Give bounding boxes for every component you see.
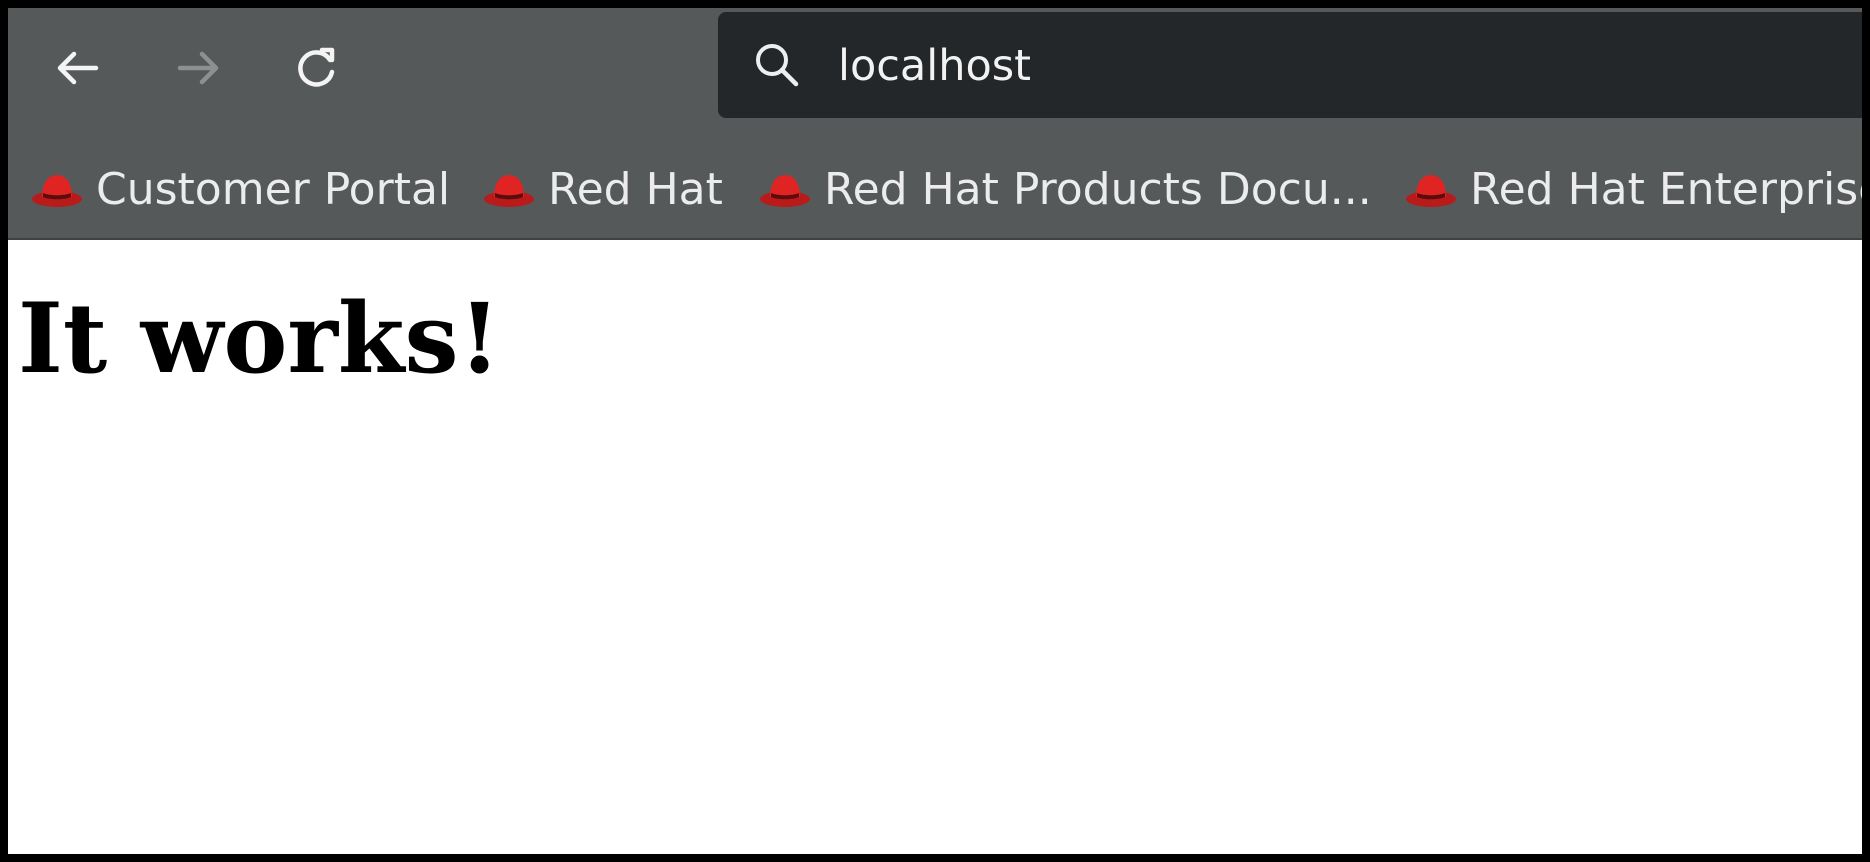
page-heading: It works! bbox=[18, 282, 501, 395]
url-text[interactable]: localhost bbox=[838, 38, 1031, 94]
bookmark-red-hat[interactable]: Red Hat bbox=[482, 156, 723, 222]
bookmark-label: Red Hat Products Docu... bbox=[824, 163, 1372, 215]
red-hat-icon bbox=[32, 175, 82, 207]
reload-icon bbox=[298, 47, 335, 87]
page-content: It works! bbox=[8, 240, 1862, 854]
bookmarks-bar: Customer Portal Red Hat Red Hat Products… bbox=[8, 156, 1862, 222]
back-button[interactable] bbox=[40, 30, 116, 106]
red-hat-icon bbox=[1406, 175, 1456, 207]
forward-arrow-icon bbox=[177, 51, 219, 85]
bookmark-label: Customer Portal bbox=[96, 163, 451, 215]
navigation-bar: localhost bbox=[8, 8, 1862, 128]
back-arrow-icon bbox=[57, 51, 99, 85]
url-bar[interactable]: localhost bbox=[718, 12, 1862, 118]
bookmark-label: Red Hat bbox=[548, 163, 723, 215]
red-hat-icon bbox=[484, 175, 534, 207]
forward-button[interactable] bbox=[160, 30, 236, 106]
bookmark-red-hat-enterprise[interactable]: Red Hat Enterprise bbox=[1404, 156, 1862, 222]
bookmark-red-hat-products-docu[interactable]: Red Hat Products Docu... bbox=[758, 156, 1372, 222]
bookmark-label: Red Hat Enterprise bbox=[1470, 163, 1862, 215]
browser-toolbar: localhost Customer Portal Red Hat Red Ha… bbox=[8, 8, 1862, 240]
browser-window: localhost Customer Portal Red Hat Red Ha… bbox=[8, 8, 1862, 854]
red-hat-icon bbox=[760, 175, 810, 207]
reload-button[interactable] bbox=[278, 30, 354, 106]
search-icon bbox=[756, 44, 799, 87]
bookmark-customer-portal[interactable]: Customer Portal bbox=[30, 156, 450, 222]
